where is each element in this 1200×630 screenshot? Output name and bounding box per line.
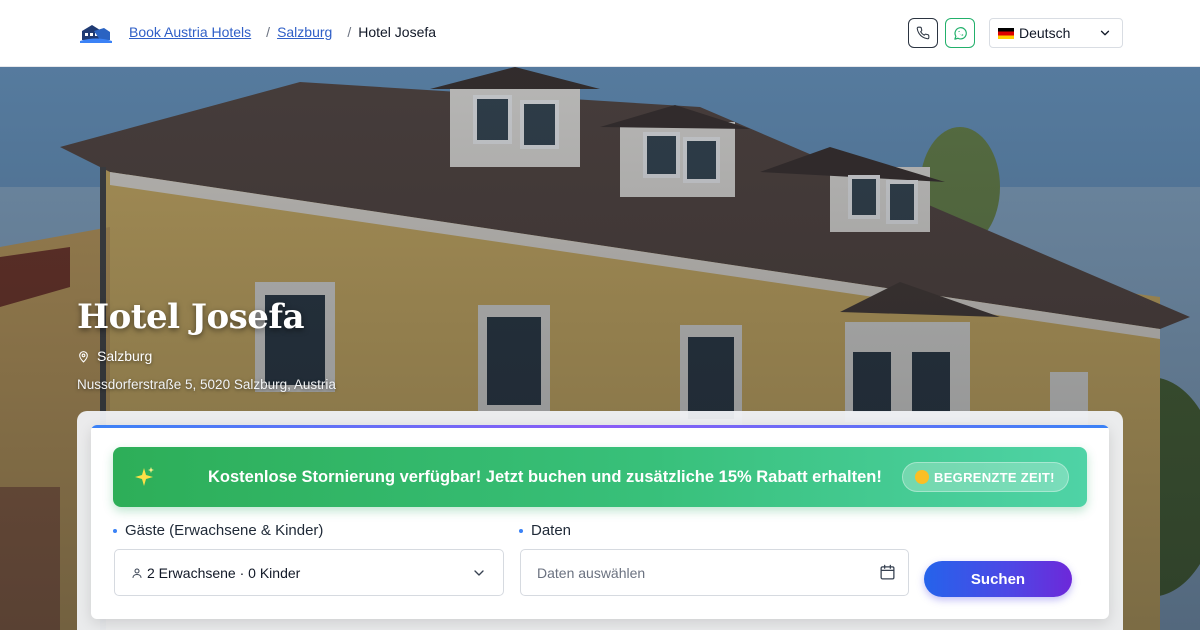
- chevron-down-icon: [1100, 30, 1110, 36]
- clock-icon: [915, 470, 929, 484]
- dates-label: Daten: [519, 522, 571, 539]
- label-bullet: [113, 528, 117, 533]
- breadcrumb: Book Austria Hotels / Salzburg / Hotel J…: [129, 24, 436, 40]
- booking-panel: Kostenlose Stornierung verfügbar! Jetzt …: [77, 411, 1123, 630]
- promo-text: Kostenlose Stornierung verfügbar! Jetzt …: [208, 468, 882, 486]
- hotel-address: Nussdorferstraße 5, 5020 Salzburg, Austr…: [77, 377, 336, 392]
- guests-select[interactable]: 2 Erwachsene · 0 Kinder: [114, 549, 504, 596]
- promo-banner: Kostenlose Stornierung verfügbar! Jetzt …: [113, 447, 1087, 507]
- whatsapp-button[interactable]: [945, 18, 975, 48]
- dates-placeholder: Daten auswählen: [537, 564, 646, 581]
- breadcrumb-link-salzburg[interactable]: Salzburg: [277, 24, 332, 40]
- chevron-down-icon: [474, 569, 484, 576]
- limited-time-label: BEGRENZTE ZEIT!: [934, 469, 1055, 485]
- phone-button[interactable]: [908, 18, 938, 48]
- germany-flag-icon: [998, 27, 1014, 39]
- dates-picker[interactable]: Daten auswählen: [520, 549, 909, 596]
- booking-card: Kostenlose Stornierung verfügbar! Jetzt …: [91, 425, 1109, 619]
- language-select[interactable]: Deutsch: [989, 18, 1123, 48]
- dates-label-text: Daten: [531, 522, 572, 539]
- breadcrumb-separator: /: [347, 24, 352, 40]
- site-header: Book Austria Hotels / Salzburg / Hotel J…: [0, 0, 1200, 67]
- sparkles-icon: [135, 467, 154, 486]
- calendar-icon: [880, 564, 895, 580]
- user-icon: [132, 568, 142, 578]
- breadcrumb-link-home[interactable]: Book Austria Hotels: [129, 24, 251, 40]
- map-pin-icon: [79, 350, 88, 362]
- phone-icon: [916, 26, 930, 40]
- hotel-location: Salzburg: [77, 348, 152, 364]
- label-bullet: [519, 528, 523, 533]
- guests-label-text: Gäste (Erwachsene & Kinder): [125, 522, 324, 539]
- hotel-logo-icon[interactable]: [80, 22, 112, 44]
- limited-time-badge: BEGRENZTE ZEIT!: [902, 462, 1069, 492]
- whatsapp-icon: [953, 26, 967, 40]
- hotel-title: Hotel Josefa: [77, 297, 305, 337]
- hero-section: Hotel Josefa Salzburg Nussdorferstraße 5…: [0, 67, 1200, 630]
- guests-label: Gäste (Erwachsene & Kinder): [113, 522, 323, 539]
- breadcrumb-current: Hotel Josefa: [358, 24, 437, 40]
- language-selected-label: Deutsch: [1019, 25, 1071, 41]
- breadcrumb-separator: /: [266, 24, 271, 40]
- search-button[interactable]: Suchen: [924, 561, 1072, 597]
- hotel-city: Salzburg: [97, 348, 153, 364]
- card-accent-bar: [91, 425, 1109, 428]
- guests-value: 2 Erwachsene · 0 Kinder: [147, 564, 301, 581]
